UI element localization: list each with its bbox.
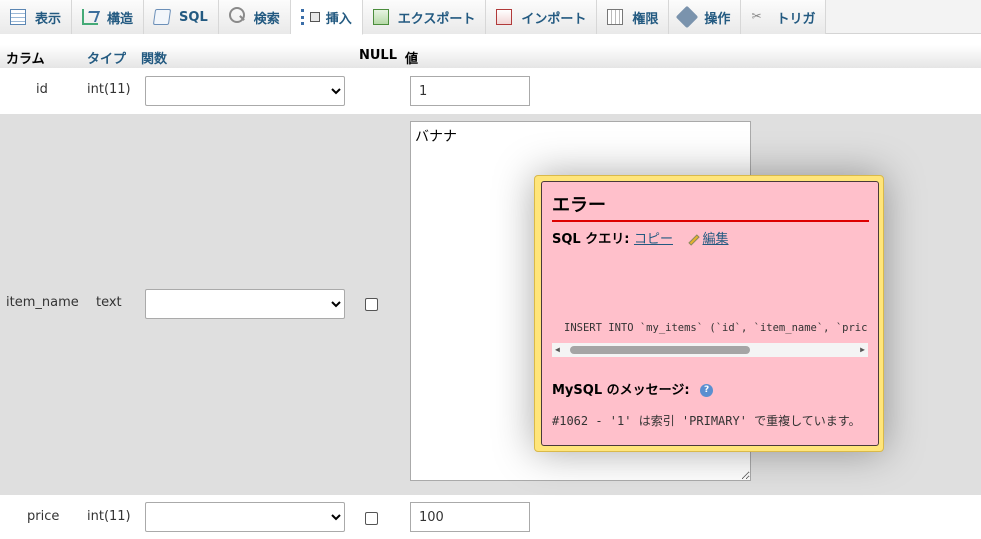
column-name: id [36, 82, 48, 97]
privileges-icon [607, 9, 624, 25]
tab-label: 構造 [107, 11, 134, 27]
structure-icon [82, 9, 99, 25]
tab-structure[interactable]: 構造 [72, 0, 145, 34]
tab-label: 挿入 [325, 11, 352, 27]
column-header: カラム タイプ 関数 NULL 値 [0, 45, 981, 68]
header-value: 値 [405, 52, 419, 67]
mysql-message-line: MySQL のメッセージ: ? [552, 379, 714, 398]
tab-search[interactable]: 検索 [218, 0, 291, 34]
table-row: price int(11) [0, 495, 981, 539]
error-box: エラー SQL クエリ: コピー 編集 INSERT INTO `my_item… [541, 181, 879, 446]
header-column: カラム [6, 52, 45, 67]
value-input[interactable] [410, 76, 530, 106]
tab-label: 表示 [35, 11, 62, 27]
column-type: int(11) [87, 509, 131, 524]
scroll-right-icon[interactable]: ▶ [860, 345, 865, 354]
tab-triggers[interactable]: ✂ トリガ [741, 0, 827, 34]
tab-label: エクスポート [397, 11, 476, 27]
function-select[interactable] [145, 502, 345, 532]
tab-insert[interactable]: 挿入 [290, 0, 363, 35]
import-icon [496, 9, 513, 25]
header-null: NULL [359, 48, 398, 63]
column-type: text [96, 295, 122, 310]
error-message: #1062 - '1' は索引 'PRIMARY' で重複しています。 [552, 414, 861, 428]
null-checkbox[interactable] [365, 298, 378, 311]
tab-label: 操作 [704, 11, 731, 27]
copy-link[interactable]: コピー [634, 232, 673, 247]
function-select[interactable] [145, 289, 345, 319]
null-checkbox[interactable] [365, 512, 378, 525]
table-row: id int(11) [0, 69, 981, 114]
column-type: int(11) [87, 82, 131, 97]
query-text: INSERT INTO `my_items` (`id`, `item_name… [564, 322, 868, 334]
tab-label: 権限 [632, 11, 659, 27]
sql-query-label: SQL クエリ: [552, 232, 630, 247]
tab-label: SQL [179, 9, 208, 25]
header-type[interactable]: タイプ [87, 48, 126, 67]
horizontal-scrollbar[interactable]: ◀ ▶ [552, 343, 868, 357]
query-box: INSERT INTO `my_items` (`id`, `item_name… [552, 317, 868, 357]
tab-import[interactable]: インポート [486, 0, 598, 34]
search-icon [228, 7, 245, 23]
trigger-icon: ✂ [751, 9, 762, 23]
column-name: price [27, 509, 60, 524]
value-input[interactable] [410, 502, 530, 532]
tab-sql[interactable]: SQL [144, 0, 219, 34]
column-name: item_name [6, 295, 79, 310]
tab-label: 検索 [253, 11, 280, 27]
wrench-icon [676, 5, 699, 29]
tab-browse[interactable]: 表示 [0, 0, 73, 34]
table-icon [10, 9, 26, 25]
mysql-message-label: MySQL のメッセージ: [552, 383, 690, 398]
tab-operations[interactable]: 操作 [669, 0, 742, 34]
scrollbar-thumb[interactable] [570, 346, 750, 354]
error-title: エラー [552, 191, 869, 222]
export-icon [372, 9, 389, 25]
function-select[interactable] [145, 76, 345, 106]
insert-icon [300, 9, 320, 25]
error-popup: エラー SQL クエリ: コピー 編集 INSERT INTO `my_item… [534, 175, 884, 452]
pencil-icon [687, 233, 700, 246]
help-icon[interactable]: ? [700, 384, 714, 397]
edit-link[interactable]: 編集 [703, 232, 729, 247]
sql-icon [152, 9, 172, 25]
tab-bar: 表示 構造 SQL 検索 挿入 エクスポート インポート 権限 操作 ✂ トリガ [0, 0, 981, 35]
scroll-left-icon[interactable]: ◀ [555, 345, 560, 354]
tab-export[interactable]: エクスポート [362, 0, 487, 34]
sql-query-line: SQL クエリ: コピー 編集 [552, 228, 729, 247]
tab-privileges[interactable]: 権限 [597, 0, 670, 34]
tab-label: トリガ [776, 11, 816, 27]
header-function[interactable]: 関数 [141, 48, 167, 67]
tab-label: インポート [521, 11, 587, 27]
